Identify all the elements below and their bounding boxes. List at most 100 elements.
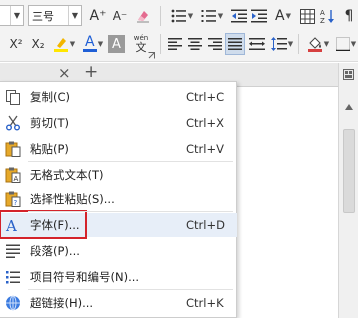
text-effects-icon: A <box>275 8 285 24</box>
menu-item-label: 项目符号和编号(N)... <box>30 270 140 284</box>
menu-item-label: 段落(P)... <box>30 244 80 258</box>
menu-item[interactable]: 超链接(H)... Ctrl+K <box>0 291 237 315</box>
font-color-button[interactable]: A ▼ <box>80 33 106 55</box>
vertical-scrollbar[interactable] <box>338 63 358 318</box>
justify-icon <box>228 38 242 50</box>
table-icon <box>299 8 315 24</box>
justify-button[interactable] <box>225 33 245 55</box>
ribbon-toolbar: ▼ 三号 ▼ A⁺ A⁻ ▼ ▼ A ▼ A Z ¶ X² X₂ ▼ A ▼ A… <box>0 0 358 62</box>
line-spacing-button[interactable]: ▼ <box>270 33 294 55</box>
paint-bucket-icon <box>307 37 322 52</box>
context-menu: 复制(C) Ctrl+C 剪切(T) Ctrl+X 粘贴(P) Ctrl+V A 无格式文本(… <box>0 81 237 318</box>
paragraph-icon <box>5 243 21 259</box>
menu-item-label: 超链接(H)... <box>30 296 94 310</box>
clear-format-icon <box>137 11 149 23</box>
menu-item-shortcut: Ctrl+V <box>186 142 224 156</box>
shading-button[interactable]: ▼ <box>304 33 332 55</box>
menu-item-shortcut: Ctrl+C <box>186 90 225 104</box>
sort-icon: A Z <box>320 9 334 24</box>
table-button[interactable] <box>298 5 316 27</box>
text-effects-button[interactable]: A ▼ <box>270 5 296 27</box>
chevron-down-icon[interactable]: ▼ <box>10 6 23 25</box>
svg-text:Z: Z <box>320 17 325 24</box>
menu-separator <box>28 161 233 162</box>
numbered-list-button[interactable]: ▼ <box>198 5 226 27</box>
font-color-icon: A <box>82 35 97 52</box>
increase-indent-button[interactable] <box>250 5 268 27</box>
line-spacing-icon <box>270 37 287 51</box>
bullet-list-icon <box>171 9 186 23</box>
menu-item[interactable]: 段落(P)... <box>0 239 237 263</box>
shrink-font-button[interactable]: A⁻ <box>110 5 130 27</box>
align-center-icon <box>188 38 202 50</box>
align-right-icon <box>208 38 222 50</box>
menu-item-shortcut: Ctrl+X <box>186 116 224 130</box>
paragraph-mark-icon: ¶ <box>344 8 354 24</box>
svg-text:A: A <box>14 175 19 183</box>
font-icon: A <box>5 217 21 235</box>
grow-font-button[interactable]: A⁺ <box>88 5 108 27</box>
svg-text:A: A <box>320 9 325 17</box>
menu-separator <box>28 289 233 290</box>
show-marks-button[interactable]: ¶ <box>340 5 358 27</box>
menu-item[interactable]: 项目符号和编号(N)... <box>0 265 237 289</box>
new-tab-icon[interactable]: + <box>84 62 98 82</box>
menu-item[interactable]: 剪切(T) Ctrl+X <box>0 111 237 135</box>
paste-special-icon: ? <box>5 191 21 207</box>
menu-item[interactable]: A 无格式文本(T) <box>0 163 237 187</box>
font-dialog-launcher[interactable] <box>146 50 156 60</box>
close-tab-icon[interactable]: × <box>58 64 71 82</box>
font-size-combo[interactable]: 三号 ▼ <box>28 5 82 26</box>
align-center-button[interactable] <box>186 33 204 55</box>
menu-item-label: 选择性粘贴(S)... <box>30 192 115 206</box>
menu-item[interactable]: ? 选择性粘贴(S)... <box>0 187 237 211</box>
highlight-button[interactable]: ▼ <box>52 33 76 55</box>
scissors-icon <box>5 115 21 131</box>
superscript-button[interactable]: X² <box>6 33 26 55</box>
decrease-indent-button[interactable] <box>230 5 248 27</box>
align-left-icon <box>168 38 182 50</box>
bullets-icon <box>5 269 21 285</box>
menu-item-shortcut: Ctrl+K <box>186 296 224 310</box>
distributed-align-icon <box>249 38 265 50</box>
superscript-icon: X² <box>9 37 23 51</box>
hyperlink-icon <box>5 295 21 311</box>
dialog-launcher-icon <box>148 51 155 58</box>
distributed-align-button[interactable] <box>248 33 266 55</box>
subscript-icon: X₂ <box>31 37 45 51</box>
menu-item[interactable]: A 字体(F)... Ctrl+D <box>0 213 237 237</box>
align-left-button[interactable] <box>166 33 184 55</box>
menu-separator <box>28 211 233 212</box>
menu-item-shortcut: Ctrl+D <box>186 218 225 232</box>
scroll-up-icon[interactable] <box>345 104 353 110</box>
char-shading-button[interactable]: A <box>108 35 125 53</box>
highlighter-icon <box>53 38 68 52</box>
menu-item-label: 复制(C) <box>30 90 71 104</box>
font-size-value[interactable]: 三号 <box>29 8 68 24</box>
view-toggle-icon[interactable] <box>343 69 354 80</box>
subscript-button[interactable]: X₂ <box>28 33 48 55</box>
clear-format-button[interactable] <box>134 5 152 27</box>
bullet-list-button[interactable]: ▼ <box>168 5 196 27</box>
menu-item[interactable]: 复制(C) Ctrl+C <box>0 85 237 109</box>
char-shading-icon: A <box>112 36 121 52</box>
menu-item-label: 字体(F)... <box>30 218 80 232</box>
svg-text:A: A <box>5 217 17 233</box>
paste-text-icon: A <box>5 167 21 183</box>
numbered-list-icon <box>201 10 216 22</box>
menu-item-label: 无格式文本(T) <box>30 168 104 182</box>
menu-item-label: 粘贴(P) <box>30 142 69 156</box>
decrease-indent-icon <box>231 9 247 23</box>
font-name-combo[interactable]: ▼ <box>0 5 24 26</box>
scrollbar-thumb[interactable] <box>343 129 355 213</box>
sort-button[interactable]: A Z <box>318 5 338 27</box>
menu-item[interactable]: 粘贴(P) Ctrl+V <box>0 137 237 161</box>
menu-item-label: 剪切(T) <box>30 116 69 130</box>
copy-icon <box>5 89 21 105</box>
align-right-button[interactable] <box>206 33 224 55</box>
shrink-font-icon: A⁻ <box>112 9 128 23</box>
borders-button[interactable]: ▼ <box>334 33 358 55</box>
increase-indent-icon <box>251 9 267 23</box>
chevron-down-icon[interactable]: ▼ <box>68 6 81 25</box>
paste-icon <box>5 141 21 157</box>
